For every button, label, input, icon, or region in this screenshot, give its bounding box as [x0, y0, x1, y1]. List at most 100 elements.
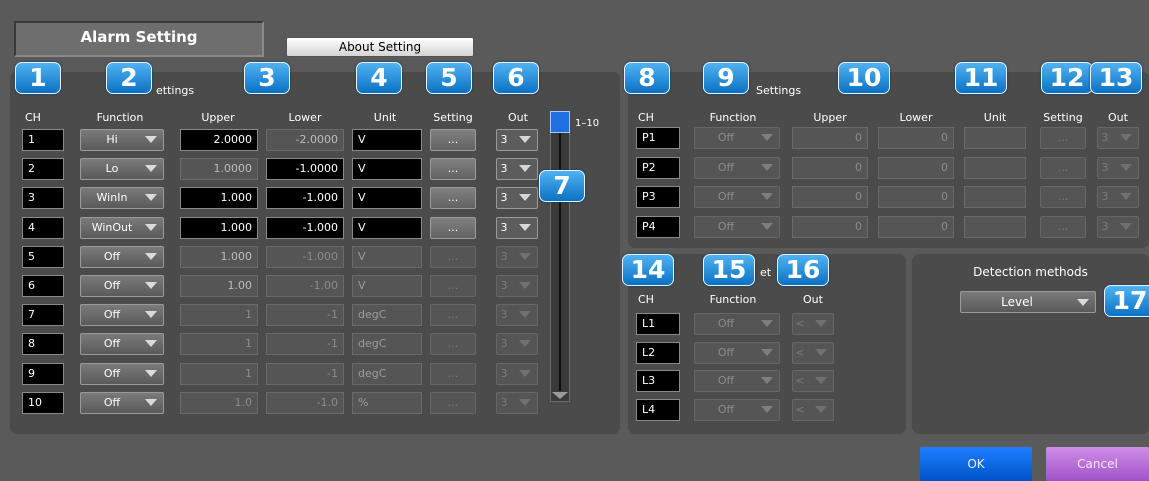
- scroll-thumb[interactable]: [550, 111, 570, 133]
- callout-badge-15: 15: [703, 254, 755, 286]
- pulse-lower-input[interactable]: 0: [878, 216, 954, 238]
- pulse-out-dropdown[interactable]: 3: [1097, 127, 1139, 149]
- alarm-setting-button[interactable]: ...: [430, 392, 476, 414]
- alarm-lower-input[interactable]: -1.000: [266, 217, 344, 239]
- pulse-setting-button[interactable]: ...: [1040, 186, 1086, 208]
- alarm-setting-button[interactable]: ...: [430, 333, 476, 355]
- pulse-lower-input[interactable]: 0: [878, 127, 954, 149]
- alarm-lower-input[interactable]: -1.000: [266, 246, 344, 268]
- alarm-out-dropdown[interactable]: 3: [496, 246, 538, 268]
- alarm-setting-button[interactable]: ...: [430, 129, 476, 151]
- alarm-setting-button[interactable]: ...: [430, 158, 476, 180]
- alarm-setting-button[interactable]: ...: [430, 304, 476, 326]
- alarm-out-dropdown[interactable]: 3: [496, 187, 538, 209]
- pulse-function-dropdown[interactable]: Off: [694, 127, 780, 149]
- pulse-upper-input[interactable]: 0: [792, 157, 868, 179]
- alarm-out-dropdown[interactable]: 3: [496, 333, 538, 355]
- alarm-lower-input[interactable]: -1.0000: [266, 158, 344, 180]
- alarm-function-dropdown[interactable]: WinIn: [80, 187, 164, 209]
- pulse-upper-input[interactable]: 0: [792, 216, 868, 238]
- alarm-unit-input[interactable]: %: [352, 392, 422, 414]
- logic-out-dropdown[interactable]: <: [792, 313, 834, 335]
- detection-label: Detection methods: [973, 265, 1088, 279]
- alarm-out-dropdown[interactable]: 3: [496, 217, 538, 239]
- pulse-out-dropdown[interactable]: 3: [1097, 186, 1139, 208]
- alarm-unit-input[interactable]: V: [352, 129, 422, 151]
- alarm-function-dropdown[interactable]: Off: [80, 275, 164, 297]
- alarm-unit-input[interactable]: degC: [352, 304, 422, 326]
- alarm-upper-input[interactable]: 1.0: [180, 392, 258, 414]
- alarm-setting-button[interactable]: ...: [430, 217, 476, 239]
- alarm-unit-input[interactable]: degC: [352, 333, 422, 355]
- alarm-function-dropdown[interactable]: Off: [80, 333, 164, 355]
- logic-function-dropdown[interactable]: Off: [694, 370, 780, 392]
- logic-out-dropdown[interactable]: <: [792, 342, 834, 364]
- pulse-upper-input[interactable]: 0: [792, 127, 868, 149]
- alarm-out-dropdown[interactable]: 3: [496, 363, 538, 385]
- alarm-lower-input[interactable]: -1: [266, 333, 344, 355]
- detection-method-dropdown[interactable]: Level: [960, 291, 1096, 313]
- alarm-lower-input[interactable]: -1.000: [266, 187, 344, 209]
- pulse-function-dropdown[interactable]: Off: [694, 157, 780, 179]
- alarm-setting-button[interactable]: ...: [430, 246, 476, 268]
- alarm-upper-input[interactable]: 1.00: [180, 275, 258, 297]
- alarm-unit-input[interactable]: V: [352, 187, 422, 209]
- alarm-upper-input[interactable]: 1.000: [180, 246, 258, 268]
- alarm-lower-input[interactable]: -1: [266, 304, 344, 326]
- logic-function-dropdown[interactable]: Off: [694, 313, 780, 335]
- alarm-upper-input[interactable]: 2.0000: [180, 129, 258, 151]
- logic-function-dropdown[interactable]: Off: [694, 342, 780, 364]
- alarm-upper-input[interactable]: 1.000: [180, 217, 258, 239]
- alarm-out-dropdown[interactable]: 3: [496, 129, 538, 151]
- pulse-function-dropdown[interactable]: Off: [694, 186, 780, 208]
- alarm-upper-input[interactable]: 1.0000: [180, 158, 258, 180]
- pulse-setting-button[interactable]: ...: [1040, 216, 1086, 238]
- pulse-out-dropdown[interactable]: 3: [1097, 216, 1139, 238]
- alarm-function-dropdown[interactable]: Off: [80, 392, 164, 414]
- pulse-unit-input[interactable]: [964, 216, 1026, 238]
- alarm-out-dropdown[interactable]: 3: [496, 275, 538, 297]
- pulse-setting-button[interactable]: ...: [1040, 127, 1086, 149]
- alarm-function-dropdown[interactable]: Off: [80, 363, 164, 385]
- chevron-down-icon: [145, 370, 157, 377]
- alarm-upper-input[interactable]: 1: [180, 363, 258, 385]
- alarm-upper-input[interactable]: 1.000: [180, 187, 258, 209]
- pulse-unit-input[interactable]: [964, 127, 1026, 149]
- alarm-setting-button[interactable]: ...: [430, 187, 476, 209]
- alarm-lower-input[interactable]: -2.0000: [266, 129, 344, 151]
- alarm-setting-button[interactable]: ...: [430, 363, 476, 385]
- alarm-unit-input[interactable]: V: [352, 217, 422, 239]
- pulse-lower-input[interactable]: 0: [878, 157, 954, 179]
- about-setting-button[interactable]: About Setting: [286, 37, 474, 57]
- pulse-function-dropdown[interactable]: Off: [694, 216, 780, 238]
- cancel-button[interactable]: Cancel: [1046, 447, 1149, 481]
- alarm-upper-input[interactable]: 1: [180, 333, 258, 355]
- alarm-function-dropdown[interactable]: Off: [80, 246, 164, 268]
- pulse-unit-input[interactable]: [964, 157, 1026, 179]
- alarm-setting-button[interactable]: ...: [430, 275, 476, 297]
- alarm-lower-input[interactable]: -1: [266, 363, 344, 385]
- alarm-out-dropdown[interactable]: 3: [496, 304, 538, 326]
- alarm-unit-input[interactable]: V: [352, 246, 422, 268]
- logic-out-dropdown[interactable]: <: [792, 399, 834, 421]
- alarm-function-dropdown[interactable]: Off: [80, 304, 164, 326]
- pulse-upper-input[interactable]: 0: [792, 186, 868, 208]
- pulse-unit-input[interactable]: [964, 186, 1026, 208]
- alarm-out-dropdown[interactable]: 3: [496, 158, 538, 180]
- logic-out-dropdown[interactable]: <: [792, 370, 834, 392]
- pulse-lower-input[interactable]: 0: [878, 186, 954, 208]
- pulse-setting-button[interactable]: ...: [1040, 157, 1086, 179]
- alarm-function-dropdown[interactable]: Hi: [80, 129, 164, 151]
- ok-button[interactable]: OK: [920, 447, 1032, 481]
- alarm-function-dropdown[interactable]: WinOut: [80, 217, 164, 239]
- alarm-unit-input[interactable]: degC: [352, 363, 422, 385]
- alarm-out-dropdown[interactable]: 3: [496, 392, 538, 414]
- alarm-function-dropdown[interactable]: Lo: [80, 158, 164, 180]
- alarm-upper-input[interactable]: 1: [180, 304, 258, 326]
- alarm-lower-input[interactable]: -1.0: [266, 392, 344, 414]
- alarm-lower-input[interactable]: -1.00: [266, 275, 344, 297]
- pulse-out-dropdown[interactable]: 3: [1097, 157, 1139, 179]
- alarm-unit-input[interactable]: V: [352, 275, 422, 297]
- alarm-unit-input[interactable]: V: [352, 158, 422, 180]
- logic-function-dropdown[interactable]: Off: [694, 399, 780, 421]
